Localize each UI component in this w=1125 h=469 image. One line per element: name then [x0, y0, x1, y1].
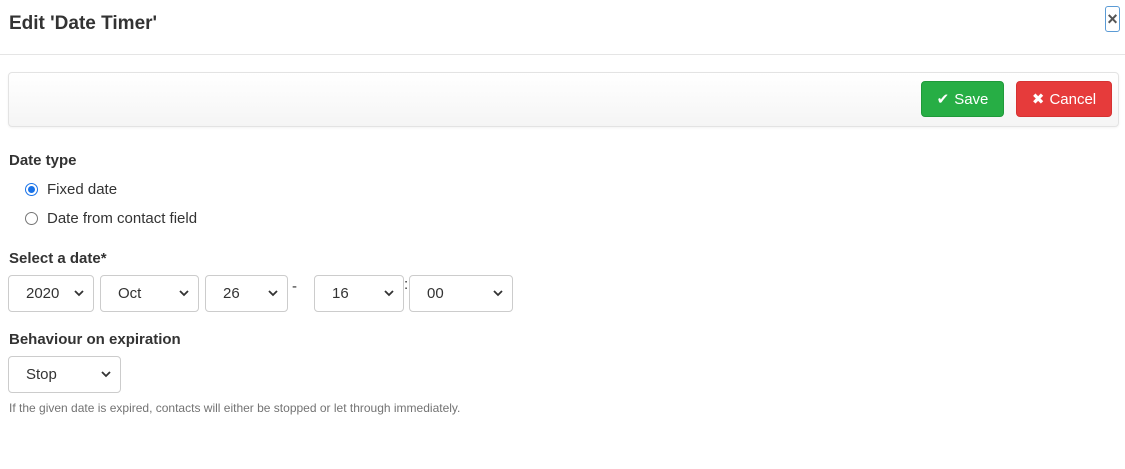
radio-button-checked[interactable] [25, 183, 38, 196]
month-value: Oct [118, 285, 142, 302]
expiration-value: Stop [26, 366, 57, 383]
save-button-label: Save [954, 90, 989, 108]
time-separator: : [404, 276, 409, 293]
date-type-label: Date type [9, 152, 77, 169]
day-value: 26 [223, 285, 240, 302]
hour-select[interactable]: 16 [314, 275, 404, 312]
year-value: 2020 [26, 285, 60, 302]
date-time-separator: - [292, 278, 297, 295]
cancel-button[interactable]: ✖ Cancel [1016, 81, 1112, 117]
radio-fixed-date[interactable]: Fixed date [25, 181, 117, 198]
day-select[interactable]: 26 [205, 275, 288, 312]
chevron-down-icon [179, 290, 189, 297]
check-icon: ✔ [936, 91, 950, 108]
chevron-down-icon [268, 290, 278, 297]
radio-date-from-contact-field[interactable]: Date from contact field [25, 210, 197, 227]
month-select[interactable]: Oct [100, 275, 199, 312]
modal-title: Edit 'Date Timer' [9, 13, 158, 34]
radio-fixed-date-label: Fixed date [47, 181, 118, 198]
expiration-behaviour-select[interactable]: Stop [8, 356, 121, 393]
cancel-button-label: Cancel [1049, 90, 1097, 108]
year-select[interactable]: 2020 [8, 275, 94, 312]
chevron-down-icon [74, 290, 84, 297]
chevron-down-icon [493, 290, 503, 297]
radio-button-unchecked[interactable] [25, 212, 38, 225]
expiration-help-text: If the given date is expired, contacts w… [9, 401, 461, 415]
close-button[interactable]: × [1105, 6, 1120, 32]
minute-select[interactable]: 00 [409, 275, 513, 312]
chevron-down-icon [384, 290, 394, 297]
minute-value: 00 [427, 285, 444, 302]
times-icon: ✖ [1031, 91, 1045, 108]
hour-value: 16 [332, 285, 349, 302]
chevron-down-icon [101, 371, 111, 378]
behaviour-on-expiration-label: Behaviour on expiration [9, 331, 181, 348]
save-button[interactable]: ✔ Save [921, 81, 1004, 117]
button-toolbar: ✔ Save ✖ Cancel [8, 72, 1119, 127]
select-date-label: Select a date* [9, 250, 107, 267]
modal-header: Edit 'Date Timer' × [0, 0, 1125, 55]
radio-date-from-contact-field-label: Date from contact field [47, 210, 198, 227]
